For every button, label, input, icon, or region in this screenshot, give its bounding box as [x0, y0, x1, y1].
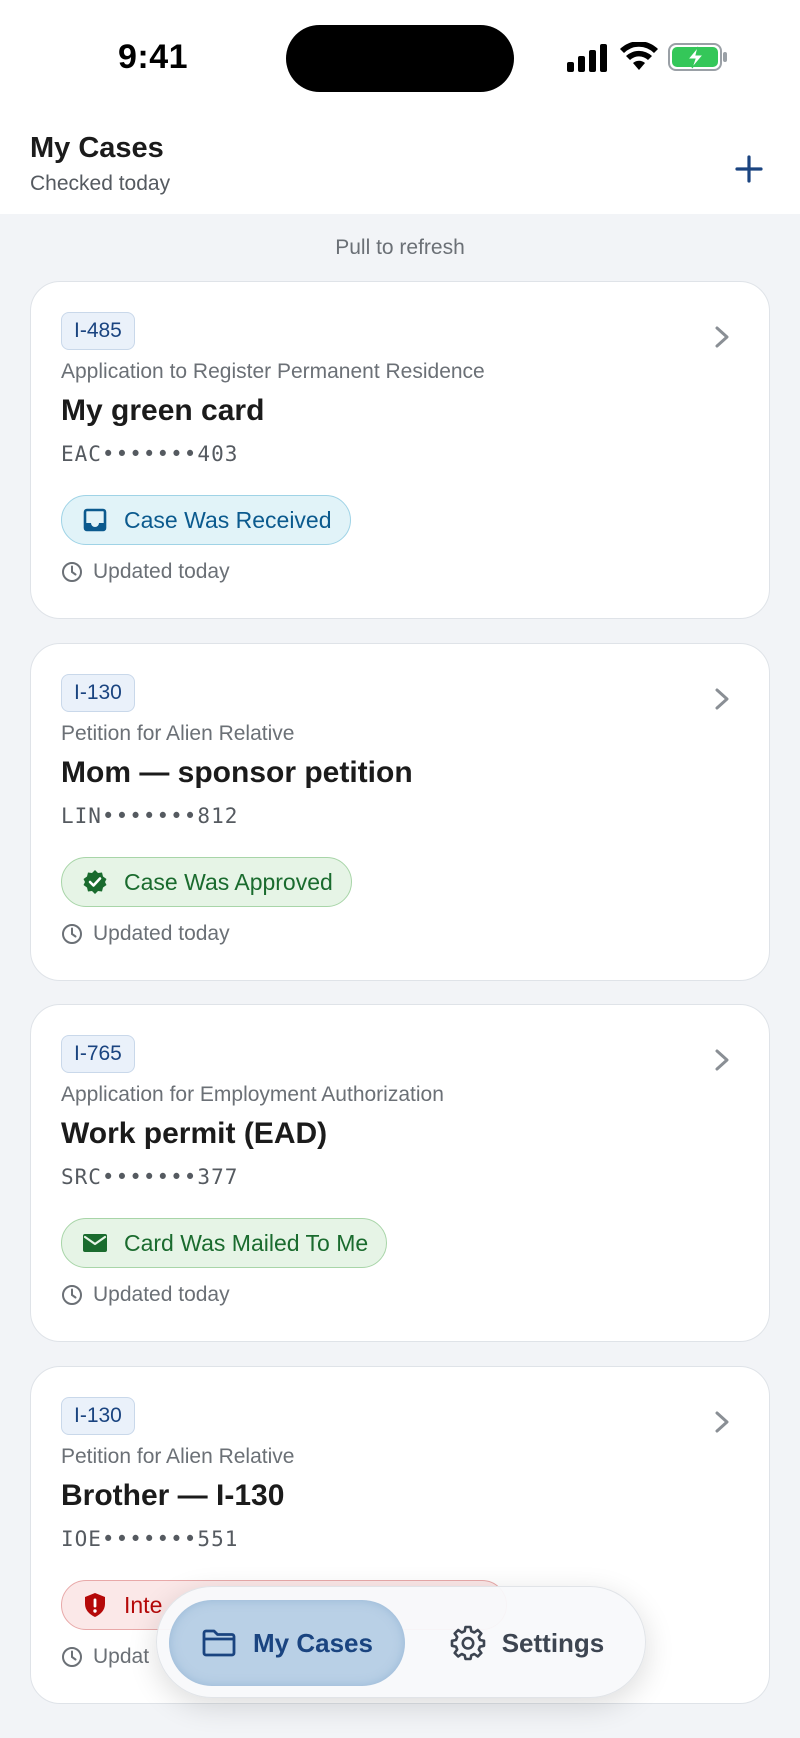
inbox-icon — [83, 508, 107, 532]
tab-label: My Cases — [253, 1627, 373, 1658]
page-title: My Cases — [30, 132, 164, 164]
bottom-tab-bar: My Cases Settings — [156, 1586, 646, 1698]
form-type-badge: I-485 — [61, 312, 135, 350]
clock-icon — [62, 562, 82, 582]
pull-to-refresh-hint: Pull to refresh — [335, 236, 465, 259]
last-checked-label: Checked today — [30, 172, 171, 195]
tab-my-cases[interactable]: My Cases — [169, 1600, 405, 1686]
battery-charging-icon — [668, 43, 727, 71]
chevron-right-icon — [715, 688, 729, 710]
case-card[interactable]: I-485 Application to Register Permanent … — [30, 281, 770, 619]
updated-text: Updated today — [93, 1283, 230, 1306]
status-badge: Case Was Received — [61, 495, 351, 545]
form-type-badge: I-765 — [61, 1035, 135, 1073]
case-nickname: Brother — I-130 — [61, 1479, 285, 1512]
case-card[interactable]: I-130 Petition for Alien Relative Mom — … — [30, 643, 770, 981]
status-text: Card Was Mailed To Me — [124, 1229, 369, 1256]
tab-label: Settings — [501, 1627, 605, 1658]
case-card[interactable]: I-765 Application for Employment Authori… — [30, 1004, 770, 1342]
case-nickname: My green card — [61, 394, 265, 427]
form-type-badge: I-130 — [61, 674, 135, 712]
chevron-right-icon — [715, 1411, 729, 1433]
chevron-right-icon — [715, 326, 729, 348]
clock-icon — [62, 1647, 82, 1667]
receipt-number: LIN•••••••812 — [61, 804, 239, 828]
status-badge: Case Was Approved — [61, 857, 352, 907]
status-badge: Card Was Mailed To Me — [61, 1218, 388, 1268]
form-name: Petition for Alien Relative — [61, 722, 295, 745]
form-name: Application for Employment Authorization — [61, 1083, 444, 1106]
form-name: Application to Register Permanent Reside… — [61, 360, 485, 383]
status-text: Inte — [124, 1591, 163, 1618]
tab-settings[interactable]: Settings — [419, 1600, 635, 1686]
add-case-button[interactable] — [726, 146, 772, 192]
updated-text: Updated today — [93, 560, 230, 583]
case-nickname: Work permit (EAD) — [61, 1117, 328, 1150]
clock-icon — [62, 924, 82, 944]
verified-check-icon — [83, 870, 107, 894]
plus-icon — [735, 155, 763, 183]
cellular-signal-icon — [567, 44, 607, 72]
header: My Cases Checked today — [0, 120, 800, 214]
folder-icon — [202, 1629, 236, 1657]
form-name: Petition for Alien Relative — [61, 1445, 295, 1468]
updated-info: Updated today — [61, 922, 230, 946]
wifi-icon — [620, 42, 658, 70]
shield-alert-icon — [85, 1593, 105, 1617]
updated-text: Updated today — [93, 922, 230, 945]
status-bar: 9:41 — [0, 0, 800, 120]
updated-info: Updat — [61, 1645, 149, 1669]
receipt-number: IOE•••••••551 — [61, 1527, 239, 1551]
updated-info: Updated today — [61, 1283, 230, 1307]
gear-icon — [450, 1625, 486, 1661]
dynamic-island — [286, 25, 514, 92]
form-type-badge: I-130 — [61, 1397, 135, 1435]
updated-info: Updated today — [61, 560, 230, 584]
status-time: 9:41 — [118, 38, 189, 76]
updated-text: Updat — [93, 1645, 150, 1668]
status-text: Case Was Received — [124, 506, 332, 533]
receipt-number: SRC•••••••377 — [61, 1165, 239, 1189]
status-text: Case Was Approved — [124, 868, 333, 895]
clock-icon — [62, 1285, 82, 1305]
envelope-icon — [83, 1234, 107, 1252]
case-nickname: Mom — sponsor petition — [61, 756, 413, 789]
receipt-number: EAC•••••••403 — [61, 442, 239, 466]
chevron-right-icon — [715, 1049, 729, 1071]
